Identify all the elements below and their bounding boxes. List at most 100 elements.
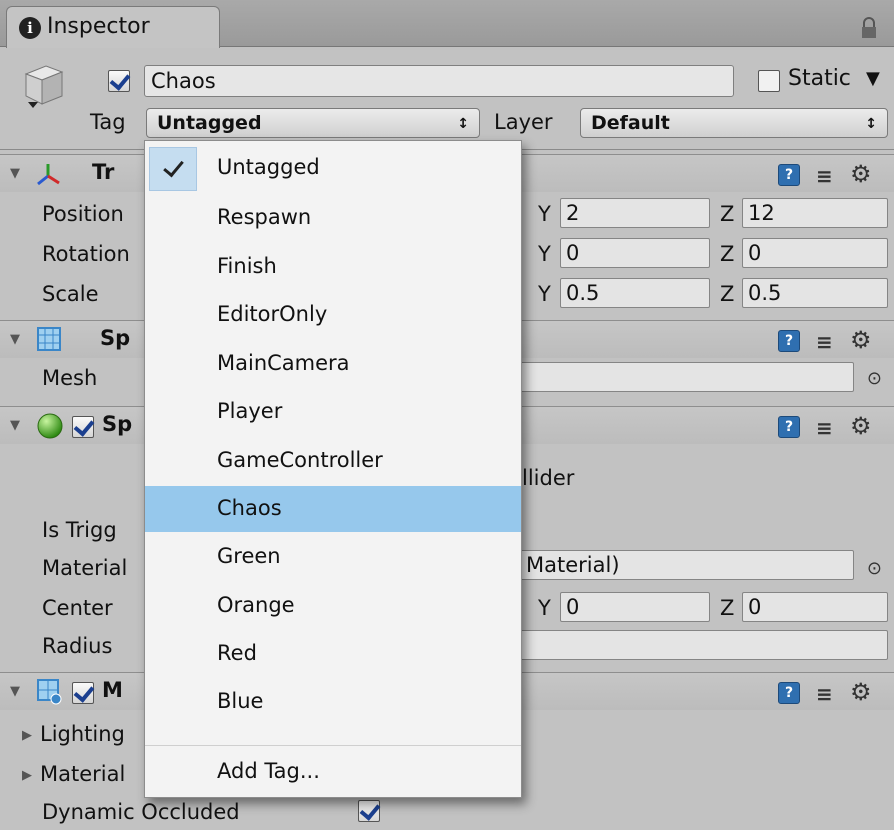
rotation-label: Rotation (42, 242, 130, 266)
layer-label: Layer (494, 110, 553, 134)
tag-dropdown-menu: Untagged Respawn Finish EditorOnly MainC… (144, 140, 522, 798)
lighting-foldout-icon[interactable]: ▶ (22, 728, 32, 743)
preset-icon[interactable]: ≡ (816, 416, 833, 440)
gear-icon[interactable]: ⚙ (850, 678, 872, 706)
scale-z-field[interactable]: 0.5 (742, 278, 888, 308)
active-checkbox[interactable] (108, 70, 130, 92)
menu-item-label: GameController (217, 448, 383, 472)
menu-item-label: Finish (217, 254, 277, 278)
menu-item-untagged[interactable]: Untagged (145, 145, 521, 191)
foldout-arrow-icon[interactable]: ▼ (10, 418, 20, 433)
mesh-renderer-header-icons: ? ≡ ⚙ (778, 678, 888, 706)
is-trigger-label: Is Trigg (42, 518, 117, 542)
materials-label[interactable]: Material (40, 762, 125, 786)
object-header: Chaos Static ▼ Tag Untagged ↕ Layer Defa… (0, 48, 894, 150)
mesh-filter-icon (37, 327, 61, 351)
static-dropdown-arrow-icon[interactable]: ▼ (866, 68, 880, 89)
tab-inspector-label: Inspector (47, 14, 150, 39)
rotation-z-axis: Z (720, 242, 735, 266)
mesh-label: Mesh (42, 366, 98, 390)
scale-y-field[interactable]: 0.5 (560, 278, 710, 308)
rotation-y-field[interactable]: 0 (560, 238, 710, 268)
dynamic-occluded-checkbox[interactable] (358, 800, 380, 822)
sphere-collider-icon (37, 413, 63, 439)
scale-y-axis: Y (538, 282, 551, 306)
menu-item-blue[interactable]: Blue (145, 679, 521, 725)
position-z-axis: Z (720, 202, 735, 226)
position-label: Position (42, 202, 124, 226)
menu-item-label: Player (217, 399, 283, 423)
object-picker-icon[interactable]: ⊙ (867, 368, 882, 389)
menu-item-label: Untagged (217, 155, 320, 179)
menu-item-chaos[interactable]: Chaos (145, 486, 521, 532)
help-icon[interactable]: ? (778, 682, 800, 704)
menu-item-editoronly[interactable]: EditorOnly (145, 292, 521, 338)
checkmark-icon (149, 147, 197, 191)
mesh-filter-title: Sp (100, 326, 131, 350)
edit-collider-button-text[interactable]: llider (522, 466, 574, 490)
gameobject-icon[interactable] (20, 62, 68, 112)
transform-header-icons: ? ≡ ⚙ (778, 160, 888, 188)
sphere-collider-header-icons: ? ≡ ⚙ (778, 412, 888, 440)
mesh-renderer-icon (37, 679, 62, 705)
materials-foldout-icon[interactable]: ▶ (22, 768, 32, 783)
position-z-field[interactable]: 12 (742, 198, 888, 228)
menu-item-maincamera[interactable]: MainCamera (145, 341, 521, 387)
static-label: Static (788, 66, 851, 91)
layer-dropdown[interactable]: Default ↕ (580, 108, 888, 138)
radius-field[interactable] (520, 630, 888, 660)
layer-dropdown-value: Default (591, 112, 670, 134)
center-y-field[interactable]: 0 (560, 592, 710, 622)
menu-item-gamecontroller[interactable]: GameController (145, 438, 521, 484)
center-y-axis: Y (538, 596, 551, 620)
object-picker-icon[interactable]: ⊙ (867, 558, 882, 579)
menu-item-add-tag[interactable]: Add Tag... (145, 749, 521, 795)
tab-inspector[interactable]: i Inspector (6, 6, 220, 48)
mesh-filter-header-icons: ? ≡ ⚙ (778, 326, 888, 354)
menu-item-label: Add Tag... (217, 759, 320, 783)
menu-item-label: Green (217, 544, 281, 568)
object-name-input[interactable]: Chaos (144, 65, 734, 97)
sphere-collider-title: Sp (102, 412, 133, 436)
menu-item-label: Orange (217, 593, 295, 617)
foldout-arrow-icon[interactable]: ▼ (10, 332, 20, 347)
lighting-label[interactable]: Lighting (40, 722, 125, 746)
help-icon[interactable]: ? (778, 330, 800, 352)
rotation-y-axis: Y (538, 242, 551, 266)
help-icon[interactable]: ? (778, 164, 800, 186)
mesh-field[interactable] (520, 362, 854, 392)
gear-icon[interactable]: ⚙ (850, 412, 872, 440)
foldout-arrow-icon[interactable]: ▼ (10, 684, 20, 699)
mesh-renderer-enabled-checkbox[interactable] (72, 682, 94, 704)
foldout-arrow-icon[interactable]: ▼ (10, 166, 20, 181)
rotation-z-field[interactable]: 0 (742, 238, 888, 268)
menu-item-finish[interactable]: Finish (145, 244, 521, 290)
sphere-collider-enabled-checkbox[interactable] (72, 416, 94, 438)
center-label: Center (42, 596, 113, 620)
scale-z-axis: Z (720, 282, 735, 306)
transform-title: Tr (92, 160, 115, 184)
gear-icon[interactable]: ⚙ (850, 326, 872, 354)
help-icon[interactable]: ? (778, 416, 800, 438)
static-checkbox[interactable] (758, 70, 780, 92)
menu-item-respawn[interactable]: Respawn (145, 195, 521, 241)
preset-icon[interactable]: ≡ (816, 682, 833, 706)
info-icon: i (19, 17, 41, 39)
lock-icon[interactable] (860, 16, 878, 40)
gear-icon[interactable]: ⚙ (850, 160, 872, 188)
menu-item-red[interactable]: Red (145, 631, 521, 677)
position-y-axis: Y (538, 202, 551, 226)
center-z-field[interactable]: 0 (742, 592, 888, 622)
position-y-field[interactable]: 2 (560, 198, 710, 228)
menu-item-player[interactable]: Player (145, 389, 521, 435)
preset-icon[interactable]: ≡ (816, 164, 833, 188)
tag-dropdown[interactable]: Untagged ↕ (146, 108, 480, 138)
menu-item-label: EditorOnly (217, 302, 328, 326)
physic-material-field[interactable]: Material) (520, 550, 854, 580)
menu-item-label: Blue (217, 689, 264, 713)
radius-label: Radius (42, 634, 113, 658)
preset-icon[interactable]: ≡ (816, 330, 833, 354)
tag-label: Tag (90, 110, 126, 134)
menu-item-green[interactable]: Green (145, 534, 521, 580)
menu-item-orange[interactable]: Orange (145, 583, 521, 629)
